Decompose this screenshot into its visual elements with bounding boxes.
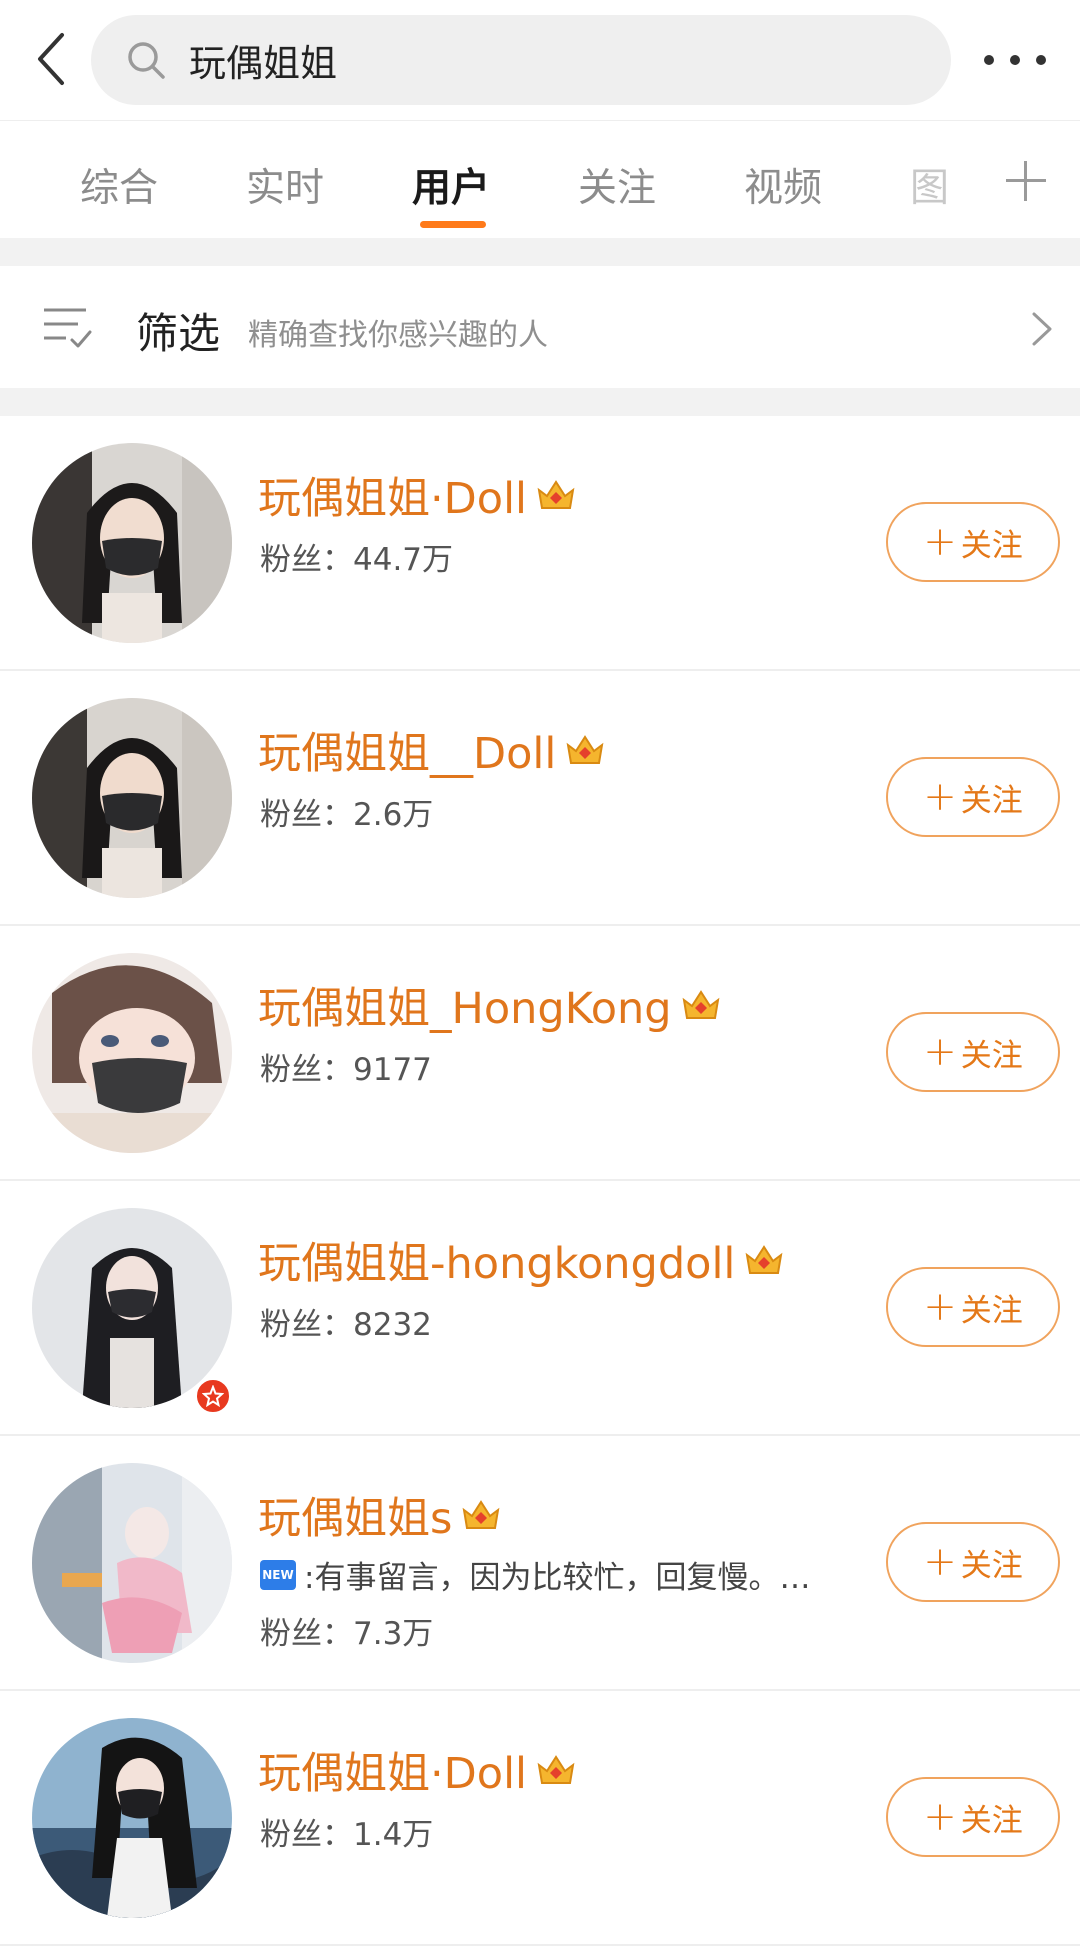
dot-icon: [1010, 55, 1020, 65]
tab-all[interactable]: 综合: [80, 157, 158, 213]
avatar[interactable]: [32, 1463, 232, 1663]
plus-icon: +: [923, 519, 957, 565]
plus-icon: +: [923, 1539, 957, 1585]
more-options-button[interactable]: [984, 46, 1046, 74]
section-gap: [0, 388, 1080, 416]
user-list: 玩偶姐姐·Doll 粉丝：44.7万 + 关注 玩偶姐姐__Doll 粉丝：2.…: [0, 416, 1080, 1946]
user-name[interactable]: 玩偶姐姐·Doll: [258, 1739, 527, 1801]
tab-users[interactable]: 用户: [412, 157, 490, 213]
dot-icon: [1036, 55, 1046, 65]
fans-count: 粉丝：2.6万: [260, 797, 434, 833]
user-name[interactable]: 玩偶姐姐s: [258, 1484, 452, 1546]
search-icon: [125, 39, 167, 81]
tab-images[interactable]: 图: [910, 157, 949, 213]
fans-count: 粉丝：9177: [260, 1052, 432, 1088]
follow-button[interactable]: + 关注: [886, 757, 1060, 837]
fans-count: 粉丝：44.7万: [260, 542, 454, 578]
user-name-line: 玩偶姐姐__Doll: [258, 719, 606, 781]
follow-label: 关注: [960, 1292, 1023, 1329]
verified-badge-icon: [194, 1377, 232, 1415]
list-item[interactable]: 玩偶姐姐·Doll 粉丝：1.4万 + 关注: [0, 1691, 1080, 1946]
plus-icon: +: [923, 1029, 957, 1075]
crown-icon: [745, 1245, 783, 1274]
user-name-line: 玩偶姐姐·Doll: [258, 464, 577, 526]
list-item[interactable]: 玩偶姐姐-hongkongdoll 粉丝：8232 + 关注: [0, 1181, 1080, 1436]
user-name[interactable]: 玩偶姐姐-hongkongdoll: [258, 1229, 735, 1291]
tab-bar: 综合 实时 用户 关注 视频 图: [0, 121, 1080, 238]
follow-label: 关注: [960, 1547, 1023, 1584]
filter-label: 筛选: [136, 309, 221, 358]
add-tab-button[interactable]: [1004, 159, 1048, 203]
user-name-line: 玩偶姐姐_HongKong: [258, 974, 722, 1036]
crown-icon: [682, 990, 720, 1019]
plus-icon: +: [923, 1794, 957, 1840]
fans-count: 粉丝：8232: [260, 1307, 432, 1343]
user-name[interactable]: 玩偶姐姐·Doll: [258, 464, 527, 526]
follow-label: 关注: [960, 527, 1023, 564]
crown-icon: [537, 480, 575, 509]
follow-button[interactable]: + 关注: [886, 1012, 1060, 1092]
avatar[interactable]: [32, 443, 232, 643]
fans-count: 粉丝：7.3万: [260, 1616, 434, 1652]
filter-icon: [44, 308, 92, 348]
new-badge-icon: NEW: [260, 1559, 296, 1590]
search-input[interactable]: 玩偶姐姐: [91, 15, 951, 105]
search-query: 玩偶姐姐: [189, 42, 337, 85]
avatar[interactable]: [32, 953, 232, 1153]
top-bar: 玩偶姐姐: [0, 0, 1080, 120]
follow-button[interactable]: + 关注: [886, 1267, 1060, 1347]
fans-count: 粉丝：1.4万: [260, 1817, 434, 1853]
list-item[interactable]: 玩偶姐姐·Doll 粉丝：44.7万 + 关注: [0, 416, 1080, 671]
avatar[interactable]: [32, 1718, 232, 1918]
filter-row[interactable]: 筛选 精确查找你感兴趣的人: [0, 266, 1080, 388]
user-name-line: 玩偶姐姐-hongkongdoll: [258, 1229, 785, 1291]
user-name[interactable]: 玩偶姐姐_HongKong: [258, 974, 672, 1036]
follow-label: 关注: [960, 782, 1023, 819]
user-bio: NEW :有事留言，因为比较忙，回复慢。…: [260, 1552, 860, 1597]
list-item[interactable]: 玩偶姐姐__Doll 粉丝：2.6万 + 关注: [0, 671, 1080, 926]
dot-icon: [984, 55, 994, 65]
bio-text: :有事留言，因为比较忙，回复慢。…: [304, 1560, 811, 1596]
section-gap: [0, 238, 1080, 266]
user-name-line: 玩偶姐姐s: [258, 1484, 502, 1546]
plus-icon: +: [923, 774, 957, 820]
filter-description: 精确查找你感兴趣的人: [248, 318, 548, 353]
plus-icon: +: [923, 1284, 957, 1330]
user-name-line: 玩偶姐姐·Doll: [258, 1739, 577, 1801]
crown-icon: [566, 735, 604, 764]
chevron-right-icon: [1032, 312, 1052, 346]
follow-button[interactable]: + 关注: [886, 1777, 1060, 1857]
tab-video[interactable]: 视频: [744, 157, 822, 213]
follow-button[interactable]: + 关注: [886, 502, 1060, 582]
tab-realtime[interactable]: 实时: [246, 157, 324, 213]
avatar[interactable]: [32, 1208, 232, 1408]
follow-label: 关注: [960, 1802, 1023, 1839]
list-item[interactable]: 玩偶姐姐s NEW :有事留言，因为比较忙，回复慢。… 粉丝：7.3万 + 关注: [0, 1436, 1080, 1691]
tab-following[interactable]: 关注: [578, 157, 656, 213]
follow-button[interactable]: + 关注: [886, 1522, 1060, 1602]
active-tab-indicator: [420, 221, 486, 228]
user-name[interactable]: 玩偶姐姐__Doll: [258, 719, 556, 781]
follow-label: 关注: [960, 1037, 1023, 1074]
list-item[interactable]: 玩偶姐姐_HongKong 粉丝：9177 + 关注: [0, 926, 1080, 1181]
back-button[interactable]: [22, 28, 82, 90]
chevron-left-icon: [38, 33, 64, 85]
crown-icon: [463, 1500, 500, 1529]
crown-icon: [537, 1755, 575, 1784]
avatar[interactable]: [32, 698, 232, 898]
